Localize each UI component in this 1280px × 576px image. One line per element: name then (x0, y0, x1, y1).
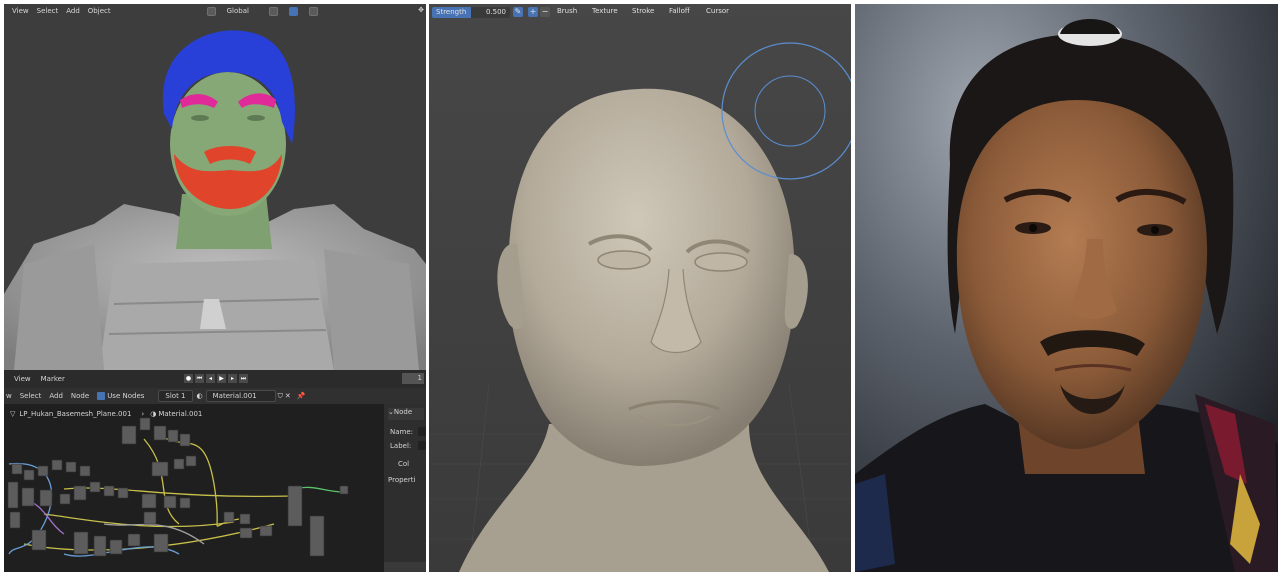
name-field[interactable] (418, 427, 426, 436)
current-frame-field[interactable]: 1 (402, 373, 424, 384)
subtract-direction-icon[interactable]: − (540, 7, 550, 17)
menu-brush[interactable]: Brush (557, 7, 577, 15)
viewport-header: View Select Add Object Global ✥ (4, 4, 426, 18)
strength-label: Strength (436, 8, 467, 16)
orientation-icon (206, 6, 216, 16)
chevron-right-icon: › (141, 410, 145, 418)
timeline-menu-view[interactable]: View (14, 375, 31, 383)
jump-end-icon[interactable]: ⏭ (239, 374, 248, 383)
node-menu-add[interactable]: Add (49, 392, 63, 400)
menu-falloff[interactable]: Falloff (669, 7, 690, 15)
prev-key-icon[interactable]: ◂ (206, 374, 215, 383)
3d-viewport[interactable]: View Select Add Object Global ✥ (4, 4, 426, 370)
pressure-pen-icon[interactable]: ✎ (513, 7, 523, 17)
node-menu-node[interactable]: Node (71, 392, 89, 400)
play-icon[interactable]: ▶ (217, 374, 226, 383)
proportional-icon[interactable] (308, 6, 318, 16)
node-editor-header: w Select Add Node Use Nodes Slot 1 ◐ Mat… (4, 388, 426, 404)
node-menu-select[interactable]: Select (20, 392, 42, 400)
checkbox-icon (97, 392, 106, 400)
label-field[interactable] (418, 441, 426, 450)
sculpt-header: Strength 0.500 ✎ + − Brush Texture Strok… (429, 4, 851, 20)
node-sidebar: ⌄Node Name: Label: Col Properti (384, 404, 426, 562)
snap-icon[interactable] (288, 6, 298, 16)
timeline-menu-marker[interactable]: Marker (41, 375, 65, 383)
menu-texture[interactable]: Texture (592, 7, 618, 15)
properties-section[interactable]: Properti (388, 476, 415, 484)
breadcrumb-material[interactable]: Material.001 (158, 410, 202, 418)
node-canvas[interactable] (4, 404, 384, 572)
orientation-dropdown[interactable]: Global (199, 6, 249, 16)
material-sphere-icon: ◑ (150, 410, 157, 418)
strength-slider[interactable]: Strength 0.500 (432, 7, 510, 18)
node-menu-view[interactable]: w (6, 392, 12, 400)
playback-controls: ● ⏮ ◂ ▶ ▸ ⏭ (184, 374, 248, 383)
material-field[interactable]: Material.001 (205, 390, 276, 402)
node-tab[interactable]: ⌄Node (388, 408, 424, 420)
object-icon: ▽ (10, 410, 16, 418)
node-breadcrumb: ▽ LP_Hukan_Basemesh_Plane.001 › ◑ Materi… (4, 404, 384, 424)
node-graph (7, 417, 349, 557)
next-key-icon[interactable]: ▸ (228, 374, 237, 383)
menu-add[interactable]: Add (66, 7, 80, 15)
sculpt-viewport-render[interactable] (429, 4, 851, 572)
gizmo-toggle-icon[interactable]: ✥ (418, 6, 424, 14)
material-sphere-icon: ◐ (196, 392, 203, 400)
use-nodes-toggle[interactable]: Use Nodes (97, 392, 144, 400)
menu-stroke[interactable]: Stroke (632, 7, 654, 15)
final-character-render (855, 4, 1278, 572)
menu-select[interactable]: Select (37, 7, 59, 15)
menu-view[interactable]: View (12, 7, 29, 15)
label-label: Label: (390, 442, 412, 450)
color-section[interactable]: Col (398, 460, 409, 468)
slot-dropdown[interactable]: Slot 1 (158, 390, 193, 402)
breadcrumb-object[interactable]: LP_Hukan_Basemesh_Plane.001 (19, 410, 131, 418)
menu-object[interactable]: Object (88, 7, 111, 15)
fake-user-icon[interactable]: ⛉ (278, 392, 283, 401)
timeline-header: View Marker ● ⏮ ◂ ▶ ▸ ⏭ 1 (4, 370, 426, 388)
character-viewport-render (4, 30, 426, 370)
sculpt-panel: Strength 0.500 ✎ + − Brush Texture Strok… (429, 4, 851, 572)
final-render-panel (855, 4, 1278, 572)
unlink-icon[interactable]: ✕ (285, 392, 291, 400)
blender-texture-panel: View Select Add Object Global ✥ View Mar… (4, 4, 426, 572)
pivot-icon (268, 6, 278, 16)
add-direction-icon[interactable]: + (528, 7, 538, 17)
record-icon[interactable]: ● (184, 374, 193, 383)
jump-start-icon[interactable]: ⏮ (195, 374, 204, 383)
pin-icon[interactable]: 📌 (297, 392, 306, 400)
strength-value: 0.500 (485, 8, 506, 16)
name-label: Name: (390, 428, 414, 436)
menu-cursor[interactable]: Cursor (706, 7, 729, 15)
snap-toolset[interactable] (261, 6, 318, 16)
